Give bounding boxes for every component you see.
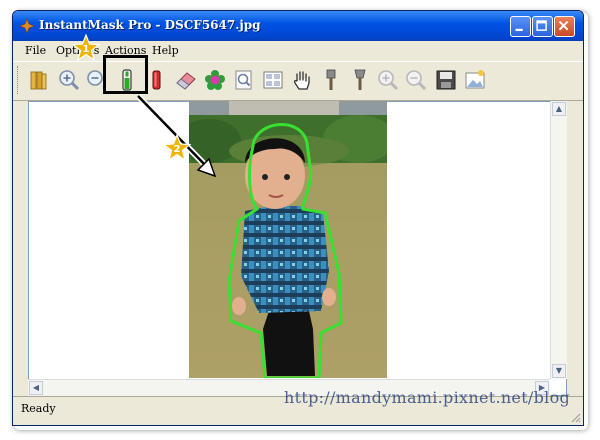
preview-button[interactable]: [230, 66, 258, 94]
watermark-text: http://mandymami.pixnet.net/blog: [284, 388, 571, 407]
step2-star-icon: 2: [163, 134, 191, 162]
grid-button[interactable]: [259, 66, 287, 94]
close-icon: [558, 20, 569, 31]
status-text: Ready: [21, 402, 56, 415]
zoom-in-icon: [59, 70, 80, 91]
vertical-scrollbar[interactable]: ▲ ▼: [550, 101, 567, 379]
minimize-icon: [515, 28, 523, 32]
scroll-down-arrow-icon[interactable]: ▼: [552, 364, 566, 378]
resize-grip-icon[interactable]: [569, 411, 581, 423]
menu-help[interactable]: Help: [152, 44, 179, 57]
flower-icon: [205, 70, 225, 90]
brush-alt-icon: [354, 69, 366, 90]
open-folder-button[interactable]: [25, 66, 53, 94]
save-icon: [436, 70, 456, 90]
zoom-in-disabled-button[interactable]: [374, 66, 402, 94]
step1-number: 1: [83, 44, 90, 55]
maximize-icon: [536, 20, 547, 31]
scroll-up-arrow-icon[interactable]: ▲: [552, 102, 566, 116]
minimize-button[interactable]: [510, 16, 531, 37]
scroll-left-arrow-icon[interactable]: ◀: [29, 381, 43, 395]
pan-button[interactable]: [288, 66, 316, 94]
hand-pan-icon: [293, 71, 310, 90]
folder-open-icon: [30, 71, 47, 90]
zoom-in-disabled-icon: [378, 70, 399, 91]
app-window: InstantMask Pro - DSCF5647.jpg File Opti…: [12, 10, 584, 426]
step1-star-icon: 1: [72, 34, 100, 62]
menu-file[interactable]: File: [25, 44, 46, 57]
window-title: InstantMask Pro - DSCF5647.jpg: [39, 18, 261, 32]
export-button[interactable]: [461, 66, 489, 94]
zoom-out-disabled-icon: [406, 70, 427, 91]
flower-button[interactable]: [201, 66, 229, 94]
app-logo-icon: [19, 18, 35, 34]
close-button[interactable]: [554, 16, 575, 37]
photo-preview[interactable]: [189, 101, 387, 378]
brush-icon: [326, 69, 336, 90]
eraser-button[interactable]: [172, 66, 200, 94]
magnifier-page-icon: [235, 70, 252, 90]
zoom-in-button[interactable]: [55, 66, 83, 94]
save-button[interactable]: [432, 66, 460, 94]
grid-icon: [263, 71, 283, 89]
export-image-icon: [465, 70, 485, 89]
brush-button[interactable]: [317, 66, 345, 94]
highlight-box: [103, 55, 148, 94]
brush-alt-button[interactable]: [346, 66, 374, 94]
maximize-button[interactable]: [532, 16, 553, 37]
zoom-out-disabled-button[interactable]: [402, 66, 430, 94]
toolbar-grip[interactable]: [17, 66, 21, 94]
step2-number: 2: [174, 144, 181, 155]
toolbar: [13, 61, 583, 101]
eraser-icon: [176, 72, 196, 90]
